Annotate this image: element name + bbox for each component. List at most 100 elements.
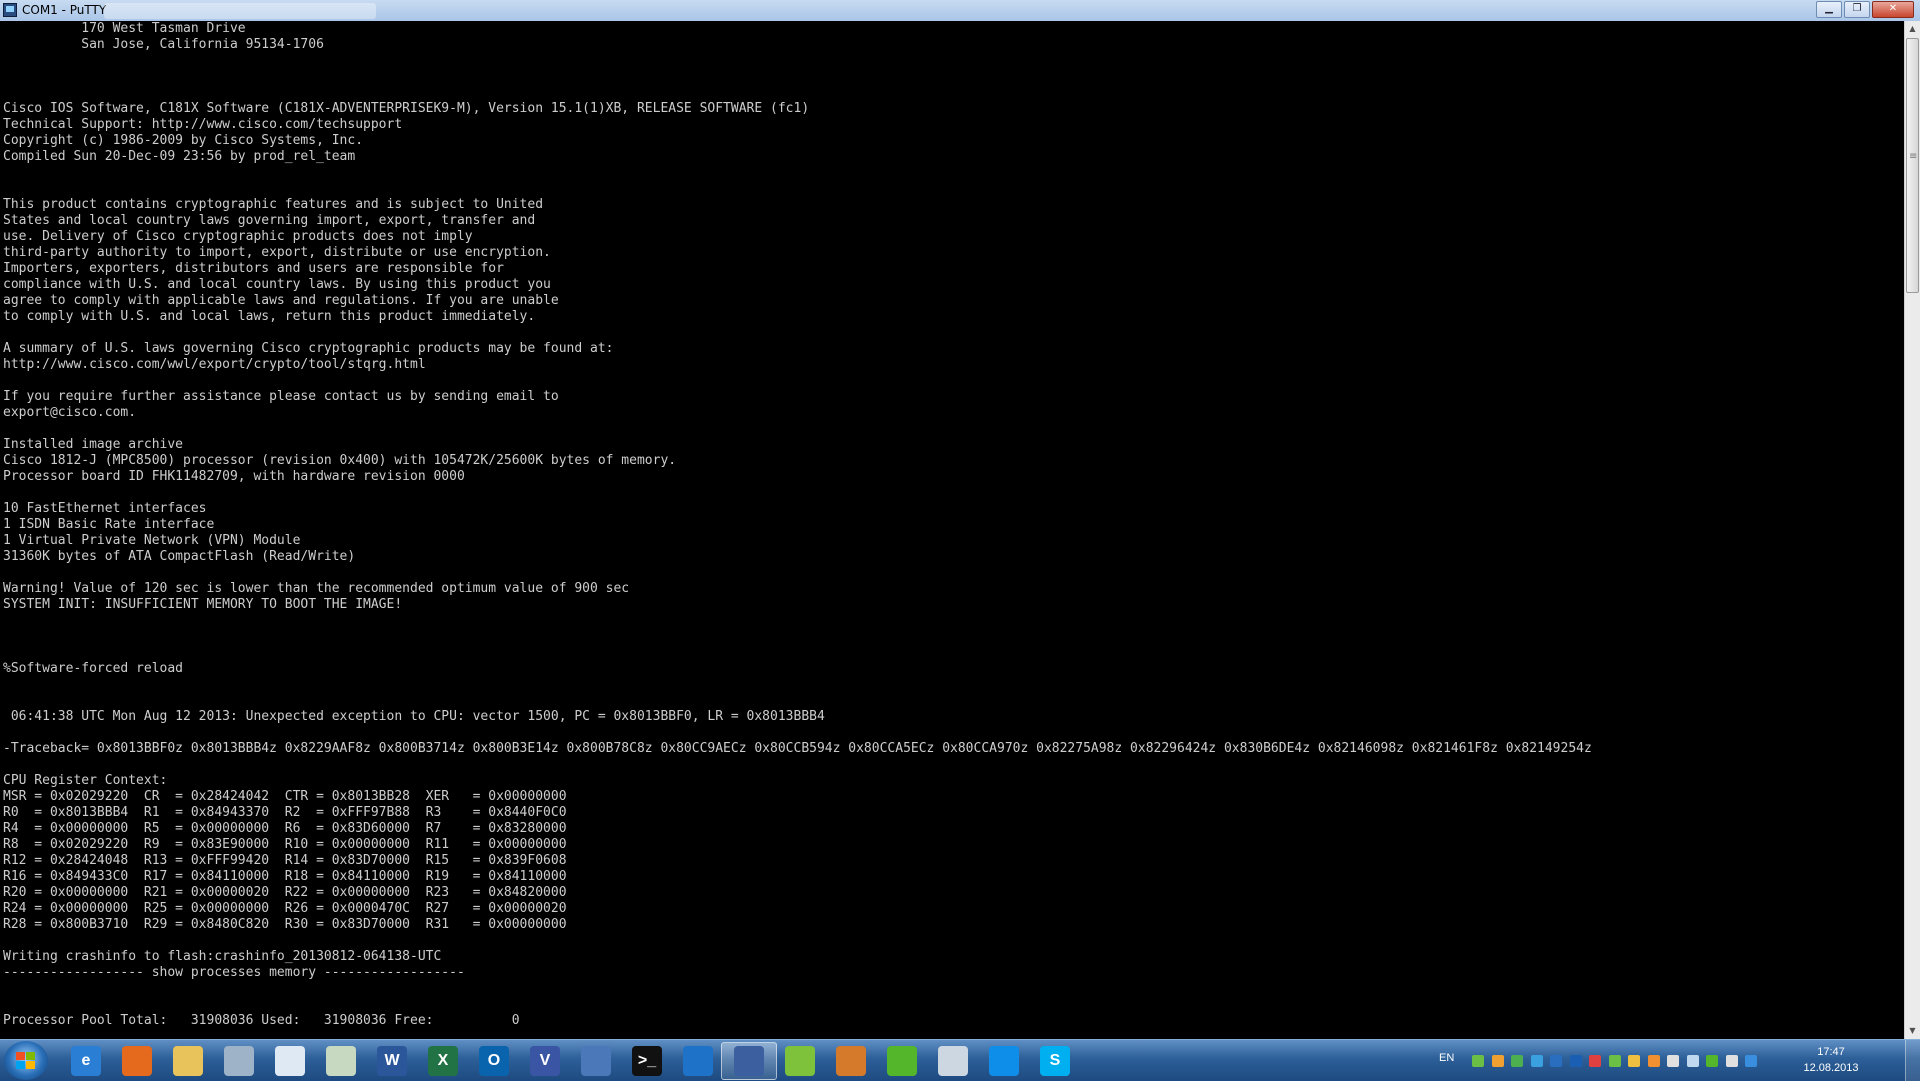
taskbar-calculator-button[interactable] bbox=[925, 1042, 981, 1080]
outlook-icon: O bbox=[479, 1046, 509, 1076]
maximize-button[interactable]: ❐ bbox=[1844, 1, 1870, 18]
terminal-line: -Traceback= 0x8013BBF0z 0x8013BBB4z 0x82… bbox=[3, 741, 1592, 756]
firefox-icon bbox=[122, 1046, 152, 1076]
network-tool-icon bbox=[785, 1046, 815, 1076]
close-button[interactable]: ✕ bbox=[1872, 1, 1914, 18]
taskbar-excel-button[interactable]: X bbox=[415, 1042, 471, 1080]
word-icon: W bbox=[377, 1046, 407, 1076]
show-desktop-button[interactable] bbox=[1905, 1040, 1920, 1081]
tray-app-10-icon[interactable] bbox=[1647, 1055, 1660, 1067]
terminal-line: Technical Support: http://www.cisco.com/… bbox=[3, 117, 403, 132]
taskbar-outlook-button[interactable]: O bbox=[466, 1042, 522, 1080]
taskbar-windows-explorer-button[interactable] bbox=[160, 1042, 216, 1080]
start-button[interactable] bbox=[4, 1041, 48, 1080]
terminal-line: R16 = 0x849433C0 R17 = 0x84110000 R18 = … bbox=[3, 869, 567, 884]
scrollbar-thumb[interactable] bbox=[1906, 38, 1919, 293]
background-window-tab bbox=[104, 3, 376, 19]
taskbar-word-button[interactable]: W bbox=[364, 1042, 420, 1080]
clock-date[interactable]: 12.08.2013 bbox=[1786, 1062, 1876, 1074]
minimize-button[interactable]: ▁ bbox=[1816, 1, 1842, 18]
terminal-line: SYSTEM INIT: INSUFFICIENT MEMORY TO BOOT… bbox=[3, 597, 403, 612]
terminal-line: 1 ISDN Basic Rate interface bbox=[3, 517, 215, 532]
taskbar-internet-explorer-button[interactable]: e bbox=[58, 1042, 114, 1080]
terminal-line: use. Delivery of Cisco cryptographic pro… bbox=[3, 229, 473, 244]
terminal-line: R24 = 0x00000000 R25 = 0x00000000 R26 = … bbox=[3, 901, 567, 916]
terminal-lines: 170 West Tasman Drive San Jose, Californ… bbox=[0, 21, 1904, 1029]
taskbar-firefox-button[interactable] bbox=[109, 1042, 165, 1080]
notepad-icon bbox=[275, 1046, 305, 1076]
tray-bluetooth-icon[interactable] bbox=[1745, 1055, 1757, 1067]
terminal-line: Compiled Sun 20-Dec-09 23:56 by prod_rel… bbox=[3, 149, 356, 164]
taskbar-network-tool-button[interactable] bbox=[772, 1042, 828, 1080]
terminal-line: R4 = 0x00000000 R5 = 0x00000000 R6 = 0x8… bbox=[3, 821, 567, 836]
taskbar-teamviewer-button[interactable] bbox=[976, 1042, 1032, 1080]
scroll-up-arrow-icon[interactable]: ▲ bbox=[1905, 21, 1920, 37]
tray-app-1-icon[interactable] bbox=[1472, 1055, 1484, 1067]
tray-app-7-icon[interactable] bbox=[1589, 1055, 1601, 1067]
calculator-icon bbox=[938, 1046, 968, 1076]
onedrive-icon bbox=[683, 1046, 713, 1076]
taskbar-remote-desktop-button[interactable] bbox=[568, 1042, 624, 1080]
terminal-line: %Software-forced reload bbox=[3, 661, 184, 676]
tray-volume-icon[interactable] bbox=[1725, 1055, 1738, 1067]
putty-icon bbox=[734, 1046, 764, 1076]
language-indicator[interactable]: EN bbox=[1439, 1052, 1454, 1064]
terminal-line: to comply with U.S. and local laws, retu… bbox=[3, 309, 536, 324]
tray-outlook-icon[interactable] bbox=[1569, 1055, 1582, 1067]
terminal-line: Installed image archive bbox=[3, 437, 184, 452]
tray-app-9-icon[interactable] bbox=[1628, 1055, 1640, 1067]
icq-icon bbox=[887, 1046, 917, 1076]
tray-network-icon[interactable] bbox=[1686, 1055, 1699, 1067]
windows-explorer-icon bbox=[173, 1046, 203, 1076]
terminal-line: R8 = 0x02029220 R9 = 0x83E90000 R10 = 0x… bbox=[3, 837, 567, 852]
remote-desktop-icon bbox=[581, 1046, 611, 1076]
terminal-line: compliance with U.S. and local country l… bbox=[3, 277, 551, 292]
taskbar-notepad-button[interactable] bbox=[262, 1042, 318, 1080]
taskbar-skype-button[interactable]: S bbox=[1027, 1042, 1083, 1080]
tray-app-8-icon[interactable] bbox=[1608, 1055, 1621, 1067]
taskbar-onedrive-button[interactable] bbox=[670, 1042, 726, 1080]
rdp-manager-icon bbox=[836, 1046, 866, 1076]
tray-app-4-icon[interactable] bbox=[1530, 1055, 1543, 1067]
tray-icq-icon[interactable] bbox=[1706, 1055, 1718, 1067]
tray-action-center-icon[interactable] bbox=[1667, 1055, 1679, 1067]
taskbar-rdp-manager-button[interactable] bbox=[823, 1042, 879, 1080]
vertical-scrollbar[interactable]: ▲ ▼ bbox=[1904, 21, 1920, 1039]
taskbar-putty-button[interactable] bbox=[721, 1042, 777, 1080]
taskbar-snipping-tool-button[interactable] bbox=[211, 1042, 267, 1080]
terminal-line: Importers, exporters, distributors and u… bbox=[3, 261, 504, 276]
terminal-line: R12 = 0x28424048 R13 = 0xFFF99420 R14 = … bbox=[3, 853, 567, 868]
tray-app-3-icon[interactable] bbox=[1511, 1055, 1523, 1067]
putty-app-icon[interactable] bbox=[3, 3, 17, 17]
scroll-down-arrow-icon[interactable]: ▼ bbox=[1905, 1023, 1920, 1039]
terminal-line: This product contains cryptographic feat… bbox=[3, 197, 544, 212]
window-title: COM1 - PuTTY bbox=[22, 3, 107, 17]
skype-icon: S bbox=[1040, 1046, 1070, 1076]
terminal-output[interactable]: 170 West Tasman Drive San Jose, Californ… bbox=[0, 21, 1904, 1039]
command-prompt-icon: >_ bbox=[632, 1046, 662, 1076]
terminal-line: export@cisco.com. bbox=[3, 405, 137, 420]
taskbar-visio-button[interactable]: V bbox=[517, 1042, 573, 1080]
visio-icon: V bbox=[530, 1046, 560, 1076]
taskbar-icq-button[interactable] bbox=[874, 1042, 930, 1080]
taskbar-notes-button[interactable] bbox=[313, 1042, 369, 1080]
tray-app-2-icon[interactable] bbox=[1491, 1055, 1504, 1067]
terminal-line: Writing crashinfo to flash:crashinfo_201… bbox=[3, 949, 442, 964]
tray-app-5-icon[interactable] bbox=[1550, 1055, 1562, 1067]
clock-time[interactable]: 17:47 bbox=[1786, 1046, 1876, 1058]
window-titlebar[interactable]: COM1 - PuTTY ▁ ❐ ✕ bbox=[0, 0, 1920, 22]
terminal-line: If you require further assistance please… bbox=[3, 389, 559, 404]
taskbar-command-prompt-button[interactable]: >_ bbox=[619, 1042, 675, 1080]
terminal-line: http://www.cisco.com/wwl/export/crypto/t… bbox=[3, 357, 426, 372]
window-controls: ▁ ❐ ✕ bbox=[1814, 1, 1914, 18]
